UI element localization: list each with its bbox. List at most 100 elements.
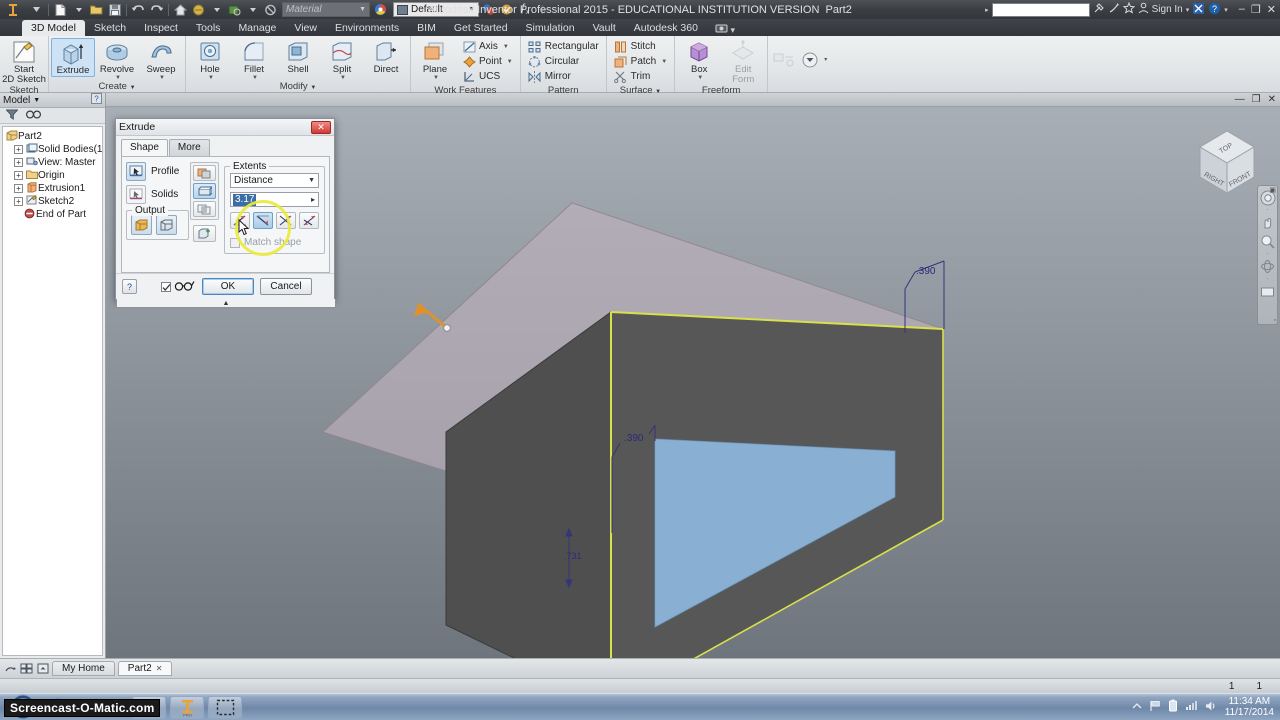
close-button[interactable]: ✕ — [1267, 3, 1276, 16]
fillet-button[interactable]: Fillet ▼ — [232, 38, 276, 81]
tree-node-extrusion1[interactable]: + Extrusion1 — [5, 181, 100, 195]
orbit-icon[interactable] — [1259, 258, 1276, 275]
redo-icon[interactable] — [148, 1, 165, 18]
dialog-close-button[interactable]: ✕ — [311, 120, 331, 134]
start-2d-sketch-button[interactable]: Start 2D Sketch — [2, 38, 46, 85]
chevron-down-icon[interactable]: ▼ — [507, 59, 513, 65]
revolve-button[interactable]: Revolve ▼ — [95, 38, 139, 81]
help-icon[interactable]: ? — [1208, 2, 1221, 18]
shell-button[interactable]: Shell — [276, 38, 320, 75]
tab-tools[interactable]: Tools — [187, 20, 230, 36]
show-hidden-icon[interactable] — [1132, 702, 1142, 713]
user-account-icon[interactable] — [1138, 2, 1149, 17]
battery-icon[interactable] — [1168, 699, 1178, 715]
dimension-label-1[interactable]: .390 — [624, 433, 643, 444]
rectangular-pattern-button[interactable]: Rectangular — [525, 39, 602, 54]
tree-node-part2[interactable]: Part2 — [5, 130, 100, 143]
qat-dropdown-icon[interactable] — [28, 1, 45, 18]
flag-icon[interactable] — [1149, 700, 1161, 715]
preview-toggle[interactable] — [161, 280, 196, 294]
screencast-taskbar-icon[interactable] — [208, 695, 242, 719]
chevron-down-icon[interactable]: ▼ — [433, 75, 439, 81]
convert-icon[interactable] — [770, 47, 798, 73]
tab-more[interactable]: More — [168, 139, 210, 156]
dimension-label-2[interactable]: .731 — [564, 551, 582, 561]
material-swatch-icon[interactable] — [226, 1, 243, 18]
network-icon[interactable] — [1185, 700, 1198, 714]
view-cube[interactable]: TOP RIGHT FRONT — [1188, 121, 1266, 201]
intersect-icon[interactable] — [192, 201, 216, 217]
dialog-expand-grip[interactable]: ▲ — [116, 299, 336, 308]
help-search-icon[interactable] — [1108, 2, 1120, 17]
new-file-icon[interactable] — [52, 1, 69, 18]
ok-button[interactable]: OK — [202, 278, 254, 295]
tree-node-solid-bodies[interactable]: + Solid Bodies(1) — [5, 143, 102, 156]
join-icon[interactable] — [192, 165, 216, 181]
material-combo[interactable]: Material ▼ — [282, 2, 370, 17]
new-dropdown-icon[interactable] — [70, 1, 87, 18]
tab-shape[interactable]: Shape — [121, 139, 168, 156]
save-icon[interactable] — [106, 1, 123, 18]
tab-sketch[interactable]: Sketch — [85, 20, 135, 36]
search-input[interactable] — [991, 2, 1090, 17]
sweep-button[interactable]: Sweep ▼ — [139, 38, 183, 81]
undo-icon[interactable] — [130, 1, 147, 18]
solids-select-icon[interactable] — [126, 185, 146, 204]
tab-view[interactable]: View — [285, 20, 326, 36]
direct-button[interactable]: Direct — [364, 38, 408, 75]
home-nav-icon[interactable] — [4, 662, 17, 675]
material-dropdown-icon[interactable] — [244, 1, 261, 18]
axis-button[interactable]: Axis ▼ — [459, 39, 516, 54]
sign-in-dropdown-icon[interactable]: ▾ — [1186, 6, 1190, 14]
chevron-down-icon[interactable]: ▼ — [697, 75, 703, 81]
chevron-down-icon[interactable]: ▼ — [33, 97, 40, 104]
inventor-taskbar-icon[interactable]: PRO — [170, 695, 204, 719]
inventor-logo-icon[interactable] — [0, 0, 26, 19]
chevron-down-icon[interactable]: ▼ — [503, 44, 509, 50]
screen-capture-icon[interactable]: ▾ — [715, 23, 735, 36]
profile-select-icon[interactable] — [126, 162, 146, 181]
circular-pattern-button[interactable]: Circular — [525, 54, 602, 69]
document-tab-my-home[interactable]: My Home — [52, 661, 115, 676]
chevron-down-icon[interactable]: ▾ — [824, 56, 827, 63]
distance-expand-icon[interactable]: ▸ — [311, 195, 316, 204]
preview-checkbox[interactable] — [161, 281, 171, 292]
model-tree[interactable]: Part2 + Solid Bodies(1) + View: Master +… — [2, 126, 103, 656]
chevron-down-icon[interactable]: ▼ — [661, 59, 667, 65]
panel-label-modify[interactable]: Modify ▼ — [188, 81, 408, 92]
profile-selector-row[interactable]: Profile — [126, 162, 189, 181]
browser-help-icon[interactable]: ? — [91, 93, 102, 107]
search-icon[interactable] — [1093, 2, 1105, 17]
tree-node-origin[interactable]: + Origin — [5, 169, 100, 182]
cancel-button[interactable]: Cancel — [260, 278, 312, 295]
patch-button[interactable]: Patch ▼ — [611, 54, 671, 69]
stitch-button[interactable]: Stitch — [611, 39, 671, 54]
navbar-close-icon[interactable]: ▣ — [1269, 186, 1276, 194]
filter-icon[interactable] — [5, 109, 19, 123]
pan-icon[interactable] — [1259, 214, 1276, 231]
direction-asymmetric-icon[interactable] — [299, 212, 319, 229]
plane-button[interactable]: Plane ▼ — [413, 38, 457, 81]
appearance-icon[interactable] — [190, 1, 207, 18]
output-surface-icon[interactable] — [156, 215, 177, 235]
clock[interactable]: 11:34 AM 11/17/2014 — [1225, 696, 1274, 718]
expand-icon[interactable]: + — [14, 171, 23, 180]
cut-icon[interactable] — [192, 183, 216, 199]
appearance-dropdown-icon[interactable] — [208, 1, 225, 18]
tab-3d-model[interactable]: 3D Model — [22, 20, 85, 36]
tab-inspect[interactable]: Inspect — [135, 20, 187, 36]
trim-button[interactable]: Trim — [611, 69, 671, 84]
expand-icon[interactable]: + — [14, 184, 23, 193]
dimension-label-0[interactable]: .390 — [916, 266, 935, 277]
expand-icon[interactable]: + — [14, 145, 23, 154]
freeform-more-icon[interactable]: ▾ — [798, 47, 830, 73]
ucs-button[interactable]: UCS — [459, 69, 516, 84]
restore-button[interactable]: ❐ — [1251, 3, 1261, 16]
tree-node-view-master[interactable]: + View: Master — [5, 156, 100, 169]
expand-icon[interactable]: + — [14, 158, 23, 167]
expand-icon[interactable]: + — [14, 197, 23, 206]
extrude-button[interactable]: Extrude — [51, 38, 95, 77]
zoom-icon[interactable] — [1259, 233, 1276, 250]
sign-in-link[interactable]: Sign In — [1152, 4, 1183, 15]
collapse-icon[interactable] — [36, 662, 49, 675]
